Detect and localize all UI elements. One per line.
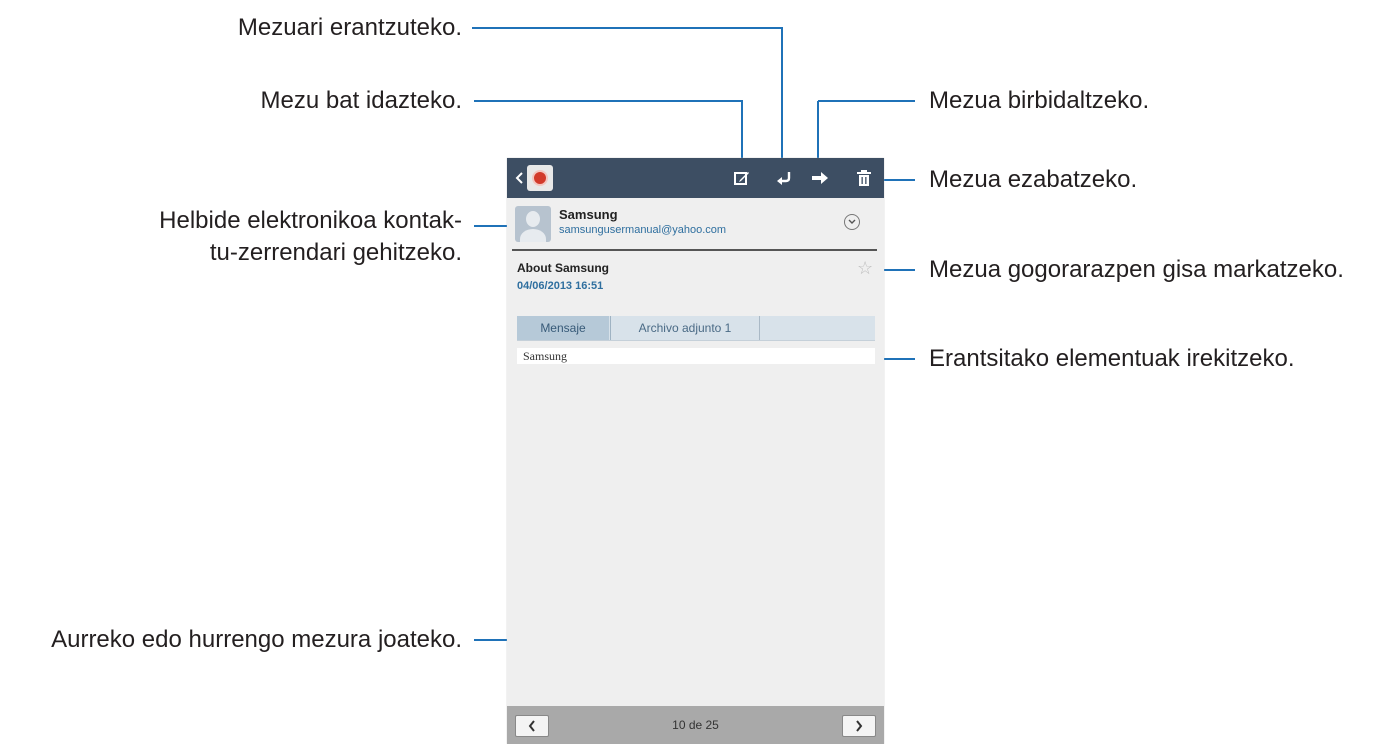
callout-reminder: Mezua gogorarazpen gisa markatzeko. [929, 256, 1344, 283]
delete-button[interactable] [851, 158, 877, 198]
email-body: Samsung [517, 348, 875, 364]
compose-button[interactable] [729, 158, 755, 198]
email-app-logo[interactable] [527, 165, 553, 191]
callout-reply: Mezuari erantzuteko. [237, 14, 462, 41]
avatar-head-shape [526, 211, 540, 227]
chevron-right-icon [856, 720, 863, 732]
app-logo-icon [532, 170, 548, 186]
chevron-left-icon [515, 172, 523, 184]
tab-attachment[interactable]: Archivo adjunto 1 [611, 316, 760, 340]
action-bar [507, 158, 884, 198]
callout-contact-line2: tu-zerrendari gehitzeko. [209, 239, 462, 266]
expand-details-button[interactable] [844, 214, 860, 230]
email-subject: About Samsung [517, 261, 609, 275]
sender-name: Samsung [559, 207, 618, 222]
message-tabs: Mensaje Archivo adjunto 1 [517, 316, 875, 341]
callout-compose: Mezu bat idazteko. [260, 87, 462, 114]
navigation-bar: 10 de 25 [507, 706, 884, 744]
trash-icon [857, 170, 871, 186]
forward-icon [812, 172, 828, 184]
message-page-count: 10 de 25 [672, 718, 719, 732]
reply-button[interactable] [771, 158, 797, 198]
tab-message[interactable]: Mensaje [517, 316, 609, 340]
compose-icon [734, 172, 749, 185]
next-message-button[interactable] [842, 715, 876, 737]
callout-contact-line1: Helbide elektronikoa kontak- [159, 207, 462, 234]
callout-delete: Mezua ezabatzeko. [929, 166, 1138, 193]
email-screen: Samsung samsungusermanual@yahoo.com Abou… [507, 158, 884, 744]
sender-header: Samsung samsungusermanual@yahoo.com [507, 198, 884, 250]
callout-navigate: Aurreko edo hurrengo mezura joateko. [51, 626, 462, 653]
avatar-body-shape [520, 229, 546, 242]
callout-attachments: Erantsitako elementuak irekitzeko. [929, 345, 1295, 372]
email-date: 04/06/2013 16:51 [517, 280, 604, 292]
sender-email: samsungusermanual@yahoo.com [559, 224, 727, 236]
forward-button[interactable] [807, 158, 833, 198]
contact-avatar[interactable] [515, 206, 551, 242]
header-divider [512, 249, 877, 251]
reply-icon [777, 172, 791, 185]
star-icon[interactable]: ☆ [857, 258, 873, 279]
chevron-down-icon [848, 219, 856, 224]
email-body-text: Samsung [523, 349, 568, 363]
callout-forward: Mezua birbidaltzeko. [929, 87, 1150, 114]
